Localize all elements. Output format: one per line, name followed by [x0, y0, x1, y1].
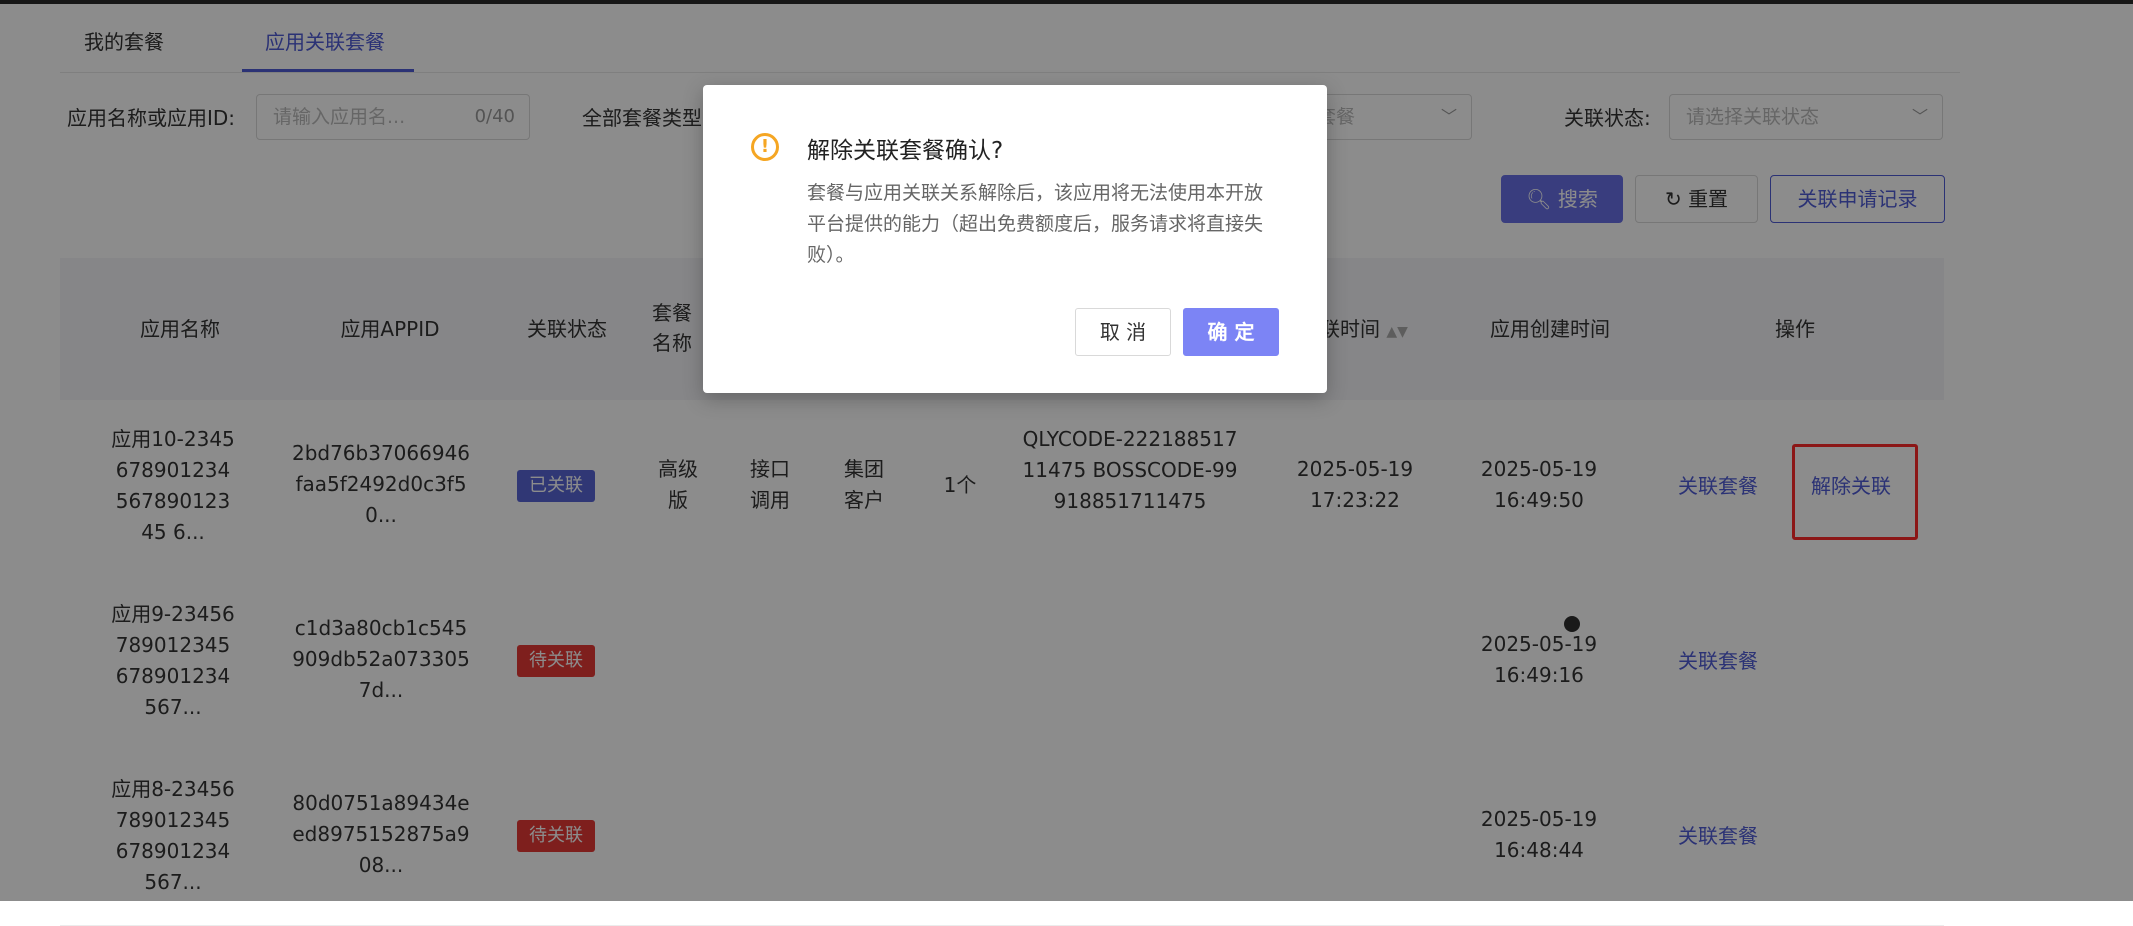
dialog-title: 解除关联套餐确认?: [807, 138, 1004, 164]
confirm-button[interactable]: 确 定: [1183, 308, 1279, 356]
warning-icon: !: [751, 133, 779, 161]
mouse-cursor-dot: [1564, 616, 1580, 632]
dialog-message: 套餐与应用关联关系解除后，该应用将无法使用本开放平台提供的能力（超出免费额度后，…: [807, 182, 1264, 266]
unlink-confirm-dialog: ! 解除关联套餐确认? 套餐与应用关联关系解除后，该应用将无法使用本开放平台提供…: [703, 85, 1327, 393]
cancel-button[interactable]: 取 消: [1075, 308, 1171, 356]
